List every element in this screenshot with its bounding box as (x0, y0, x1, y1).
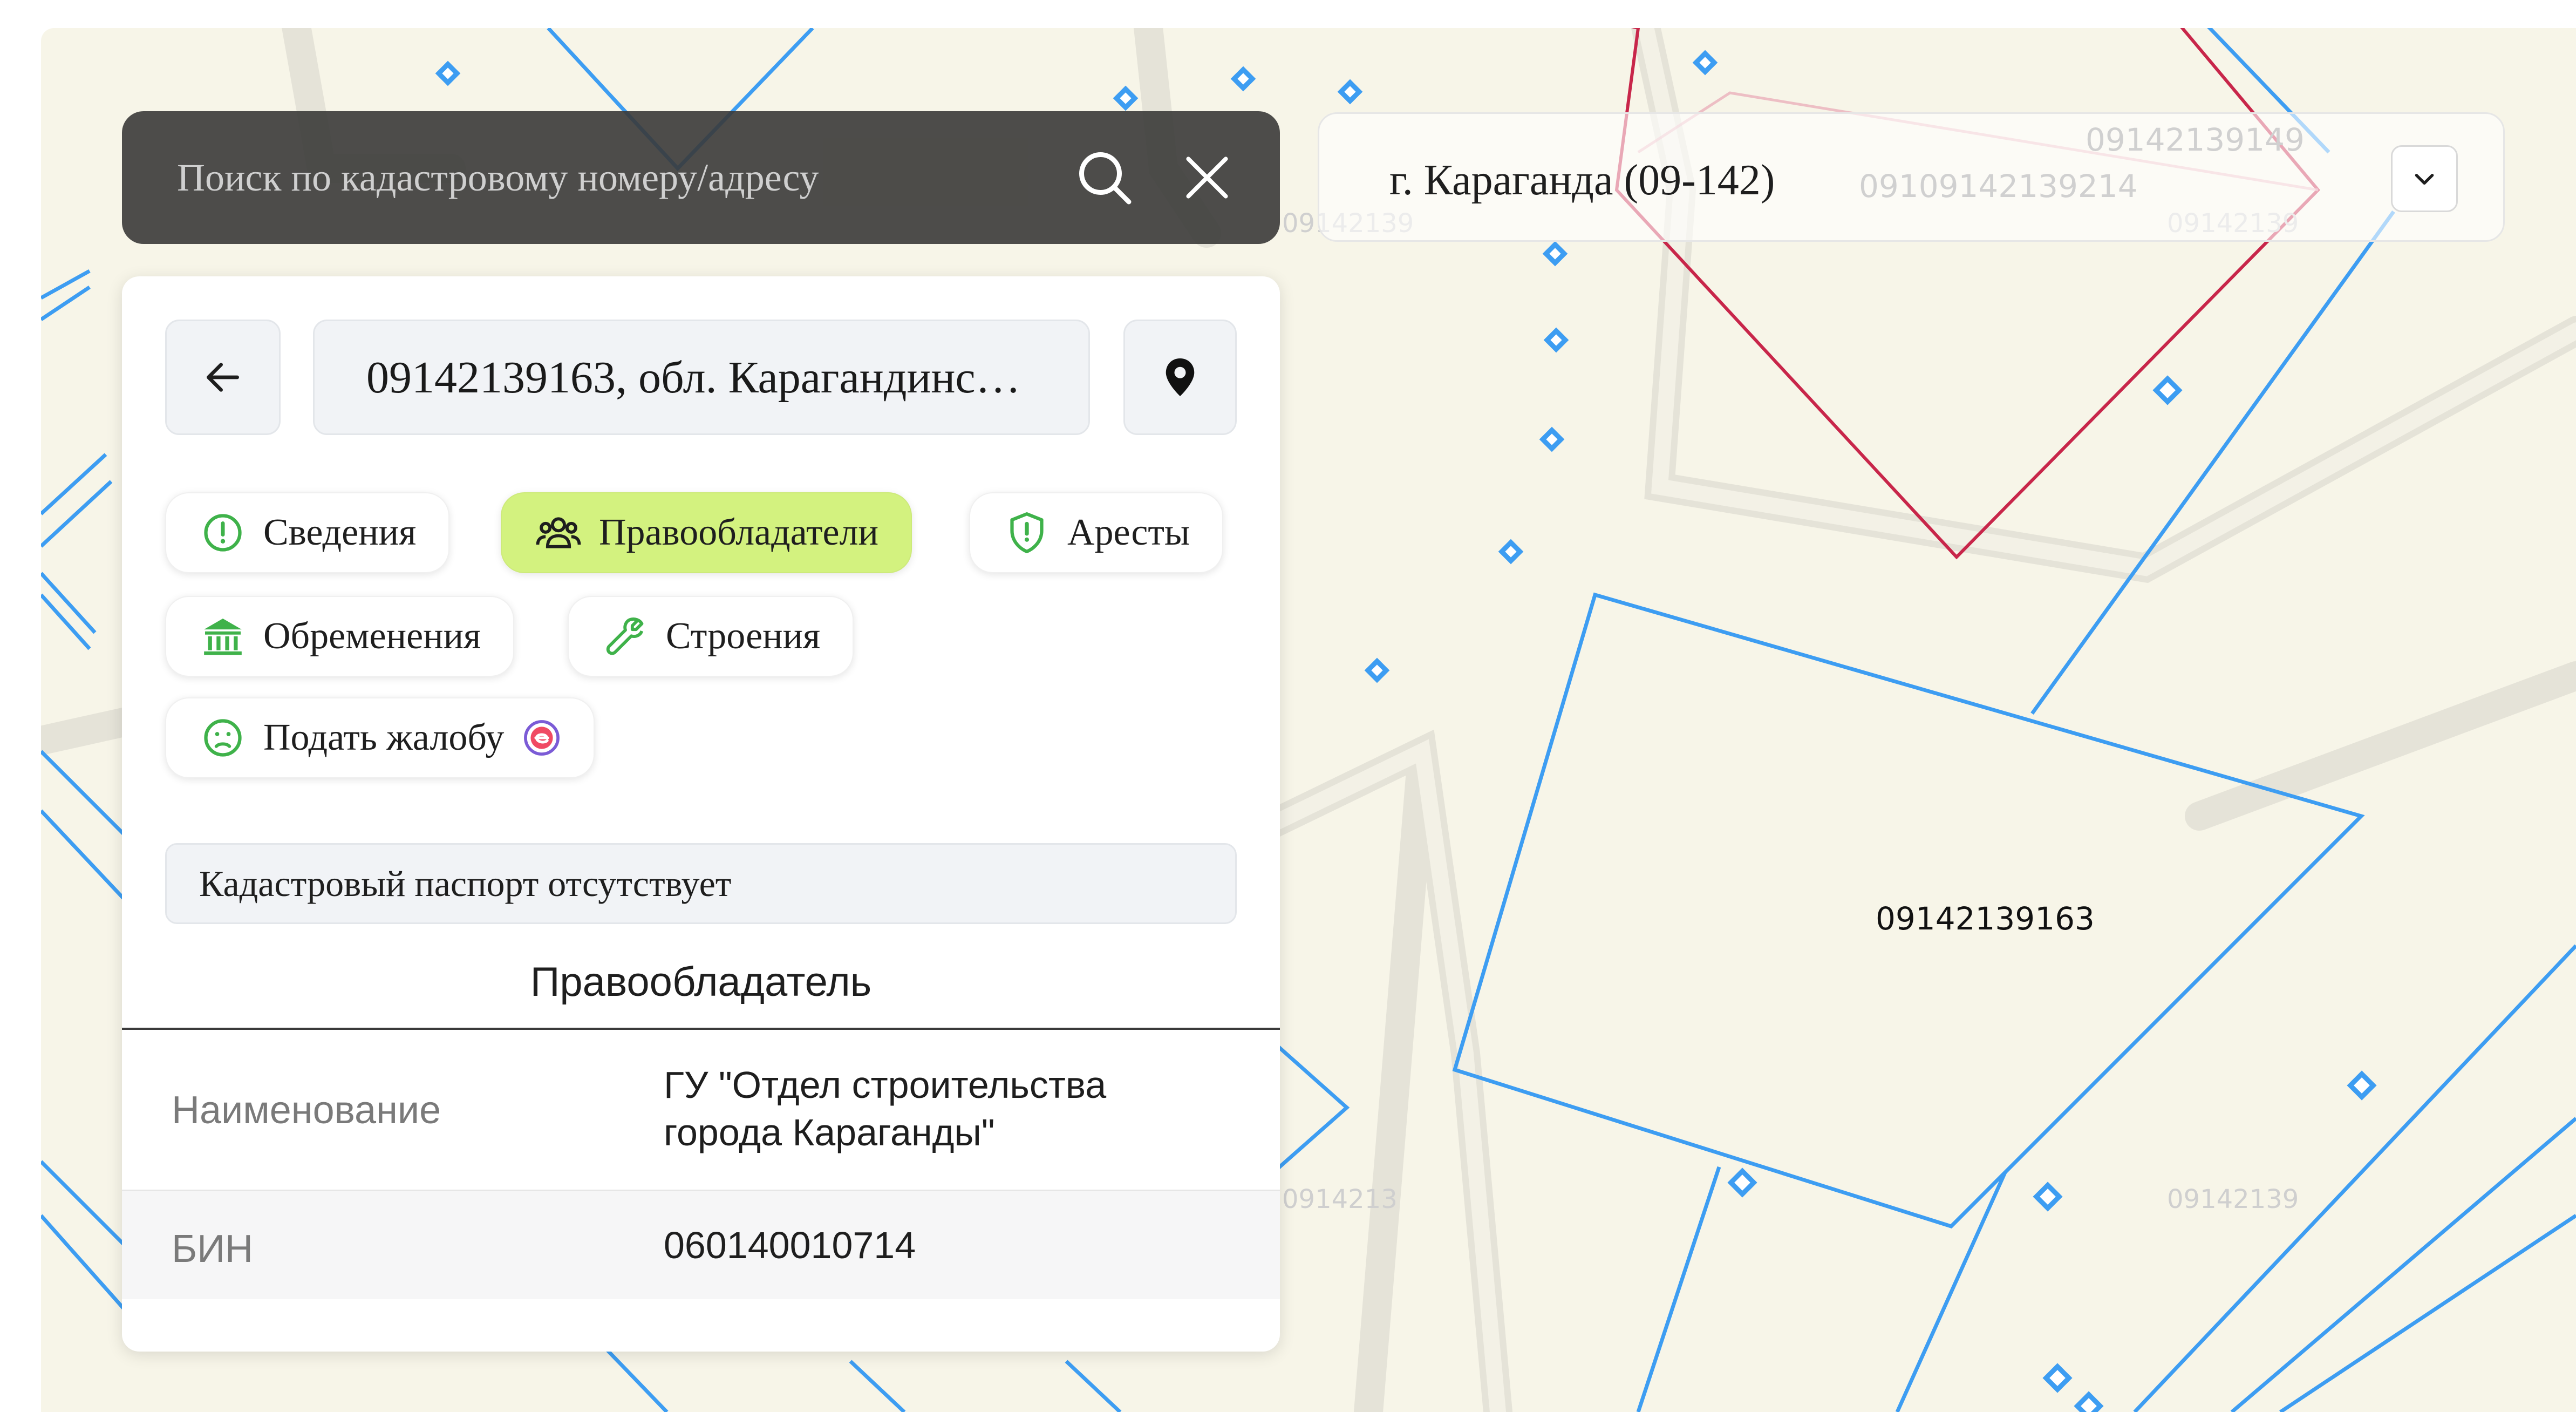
row-key: БИН (172, 1227, 253, 1271)
search-bar (122, 111, 1280, 244)
map-label-faint: 09142139 (2167, 1184, 2299, 1214)
close-icon (1186, 157, 1228, 199)
tab-label: Обременения (263, 615, 481, 657)
row-value-line: города Караганды" (664, 1111, 995, 1153)
bank-icon (199, 612, 247, 661)
row-value: 060140010714 (664, 1224, 916, 1266)
table-row: Наименование ГУ "Отдел строительства гор… (122, 1030, 1280, 1190)
map-label-faint: 09109142139214 (1859, 168, 2138, 205)
address-field[interactable]: 09142139163, обл. Карагандинская (313, 320, 1090, 435)
locate-button[interactable] (1123, 320, 1237, 435)
tab-aresty[interactable]: Аресты (969, 492, 1224, 573)
shield-icon (1003, 508, 1051, 557)
tab-stroeniya[interactable]: Строения (568, 596, 854, 677)
tab-label: Строения (666, 615, 821, 657)
region-dropdown-button[interactable] (2391, 145, 2458, 212)
search-icon (1079, 152, 1132, 205)
sad-face-icon (199, 714, 247, 762)
address-text: 09142139163, обл. Карагандинская (366, 352, 1037, 403)
map-pin-icon (1166, 358, 1195, 396)
parcel-info-panel: 09142139163, обл. Карагандинская Сведени… (122, 276, 1280, 1352)
tab-svedeniya[interactable]: Сведения (165, 492, 450, 573)
table-row: БИН 060140010714 (122, 1191, 1280, 1299)
tab-pravoobladateli[interactable]: Правообладатели (501, 492, 912, 573)
tab-podat-zhalobu[interactable]: Подать жалобу (165, 697, 595, 778)
map-label-faint: 09142139149 (2086, 121, 2305, 158)
wrench-icon (601, 612, 650, 661)
region-selector[interactable]: г. Караганда (09-142) 09142139149 091091… (1318, 112, 2505, 242)
clear-search-button[interactable] (1172, 142, 1242, 213)
egov-logo-icon (520, 716, 563, 759)
row-key: Наименование (172, 1089, 441, 1132)
users-icon (534, 508, 583, 557)
tab-label: Подать жалобу (263, 717, 505, 758)
tab-label: Аресты (1067, 512, 1190, 553)
search-input[interactable] (176, 145, 1037, 211)
tab-label: Правообладатели (599, 512, 878, 553)
tab-label: Сведения (263, 512, 417, 553)
info-circle-icon (199, 508, 247, 557)
search-button[interactable] (1069, 142, 1140, 213)
row-value-line: ГУ "Отдел строительства (664, 1064, 1107, 1106)
parcel-label: 09142139163 (1876, 900, 2095, 937)
arrow-left-icon (207, 363, 239, 392)
map-label-faint: 0914213 (1282, 1184, 1398, 1214)
row-value: ГУ "Отдел строительства города Караганды… (664, 1061, 1246, 1156)
chevron-down-icon (2415, 174, 2434, 185)
region-label: г. Караганда (09-142) (1389, 157, 1775, 204)
passport-status: Кадастровый паспорт отсутствует (165, 843, 1237, 924)
tab-obremeneniya[interactable]: Обременения (165, 596, 515, 677)
back-button[interactable] (165, 320, 281, 435)
owner-section-title: Правообладатель (530, 959, 872, 1005)
